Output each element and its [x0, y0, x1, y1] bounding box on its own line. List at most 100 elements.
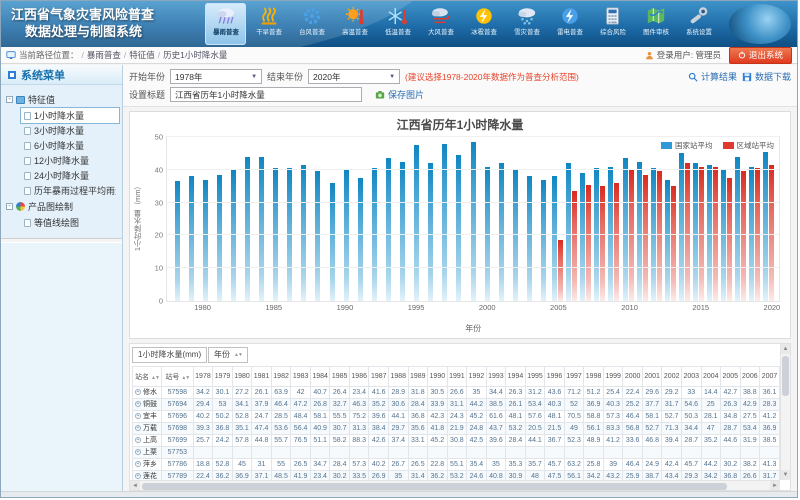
- column-header-year[interactable]: 1990: [428, 367, 448, 387]
- value-cell: 47.4: [252, 423, 272, 435]
- tree-parent-0[interactable]: -特征值: [4, 91, 119, 108]
- row-expand-icon[interactable]: +: [135, 473, 141, 479]
- tree-item-0-1[interactable]: 3小时降水量: [21, 123, 119, 138]
- value-cell: 70.5: [564, 411, 584, 423]
- column-header-year[interactable]: 2007: [760, 367, 780, 387]
- tree-item-0-2[interactable]: 6小时降水量: [21, 138, 119, 153]
- row-expand-icon[interactable]: +: [135, 425, 141, 431]
- row-expand-icon[interactable]: +: [135, 413, 141, 419]
- value-cell: 56.1: [584, 423, 604, 435]
- value-cell: 43.4: [662, 471, 682, 481]
- nav-item-6[interactable]: 冰雹普查: [463, 3, 504, 45]
- column-header-id[interactable]: 站号 ▲▼: [161, 367, 193, 387]
- column-header-year[interactable]: 1995: [525, 367, 545, 387]
- column-header-year[interactable]: 1983: [291, 367, 311, 387]
- column-header-year[interactable]: 1980: [232, 367, 252, 387]
- column-header-year[interactable]: 1996: [545, 367, 565, 387]
- row-expand-icon[interactable]: +: [135, 389, 141, 395]
- breadcrumb-item[interactable]: 暴雨普查: [87, 50, 121, 60]
- nav-item-7[interactable]: 雪灾普查: [506, 3, 547, 45]
- horizontal-scrollbar[interactable]: ◄ ►: [130, 480, 780, 490]
- value-cell: 35.4: [467, 459, 487, 471]
- column-header-year[interactable]: 1993: [486, 367, 506, 387]
- column-header-year[interactable]: 1999: [603, 367, 623, 387]
- column-header-year[interactable]: 1981: [252, 367, 272, 387]
- scroll-right-icon[interactable]: ►: [770, 481, 780, 490]
- column-header-year[interactable]: 1991: [447, 367, 467, 387]
- row-expand-icon[interactable]: +: [135, 437, 141, 443]
- column-header-name[interactable]: 站名 ▲▼: [133, 367, 162, 387]
- column-header-year[interactable]: 2001: [642, 367, 662, 387]
- save-image-button[interactable]: 保存图片: [375, 88, 424, 101]
- horizontal-scroll-thumb[interactable]: [142, 483, 727, 490]
- download-button[interactable]: 数据下载: [742, 70, 791, 83]
- value-cell: 26.5: [291, 459, 311, 471]
- column-header-year[interactable]: 1998: [584, 367, 604, 387]
- table-year-group-header[interactable]: 年份 ▲▼: [208, 347, 248, 363]
- tree-item-0-5[interactable]: 历年暴雨过程平均雨量: [21, 183, 119, 198]
- tree-item-0-3[interactable]: 12小时降水量: [21, 153, 119, 168]
- column-header-year[interactable]: 1982: [271, 367, 291, 387]
- column-header-year[interactable]: 2005: [721, 367, 741, 387]
- column-header-year[interactable]: 1997: [564, 367, 584, 387]
- column-header-year[interactable]: 1984: [310, 367, 330, 387]
- station-name-cell[interactable]: +萍乡: [133, 459, 162, 471]
- row-expand-icon[interactable]: +: [135, 401, 141, 407]
- column-header-year[interactable]: 2004: [701, 367, 721, 387]
- column-header-year[interactable]: 1989: [408, 367, 428, 387]
- power-icon: [738, 51, 746, 59]
- column-header-year[interactable]: 1978: [193, 367, 213, 387]
- column-header-year[interactable]: 2006: [740, 367, 760, 387]
- column-header-year[interactable]: 1987: [369, 367, 389, 387]
- logout-button[interactable]: 退出系统: [729, 47, 792, 64]
- nav-item-10[interactable]: 图件审核: [635, 3, 676, 45]
- nav-item-4[interactable]: 低温普查: [377, 3, 418, 45]
- station-name-cell[interactable]: +修水: [133, 387, 162, 399]
- collapse-icon[interactable]: -: [6, 203, 13, 210]
- nav-item-3[interactable]: 高温普查: [334, 3, 375, 45]
- vertical-scroll-thumb[interactable]: [782, 356, 789, 396]
- column-header-year[interactable]: 2000: [623, 367, 643, 387]
- row-expand-icon[interactable]: +: [135, 461, 141, 467]
- column-header-year[interactable]: 1994: [506, 367, 526, 387]
- bar-group-1999: [466, 137, 480, 301]
- column-header-year[interactable]: 1986: [349, 367, 369, 387]
- station-name-cell[interactable]: +上高: [133, 435, 162, 447]
- breadcrumb-item[interactable]: 历史1小时降水量: [163, 50, 227, 60]
- nav-item-8[interactable]: 雷电普查: [549, 3, 590, 45]
- nav-item-11[interactable]: 系统设置: [678, 3, 719, 45]
- station-name-cell[interactable]: +宜丰: [133, 411, 162, 423]
- station-name-cell[interactable]: +万载: [133, 423, 162, 435]
- column-header-year[interactable]: 1979: [213, 367, 233, 387]
- breadcrumb-item[interactable]: 特征值: [129, 50, 155, 60]
- tree-item-0-0[interactable]: 1小时降水量: [21, 108, 119, 123]
- vertical-scrollbar[interactable]: ▲ ▼: [780, 344, 790, 480]
- column-header-year[interactable]: 1988: [389, 367, 409, 387]
- collapse-icon[interactable]: -: [6, 96, 13, 103]
- station-name-cell[interactable]: +铜鼓: [133, 399, 162, 411]
- nav-item-9[interactable]: 综合风险: [592, 3, 633, 45]
- column-header-year[interactable]: 2002: [662, 367, 682, 387]
- scroll-down-icon[interactable]: ▼: [781, 470, 790, 480]
- start-year-select[interactable]: 1978年▼: [170, 69, 262, 84]
- station-id-cell: 57753: [161, 447, 193, 459]
- chart-title-input[interactable]: [170, 87, 362, 102]
- nav-item-1[interactable]: 干旱普查: [248, 3, 289, 45]
- column-header-year[interactable]: 2003: [681, 367, 701, 387]
- nav-item-5[interactable]: 大风普查: [420, 3, 461, 45]
- scroll-left-icon[interactable]: ◄: [130, 481, 140, 490]
- nav-item-2[interactable]: 台风普查: [291, 3, 332, 45]
- tree-parent-1[interactable]: -产品图绘制: [4, 198, 119, 215]
- station-name-cell[interactable]: +莲花: [133, 471, 162, 481]
- nav-item-0[interactable]: 暴雨普查: [205, 3, 246, 45]
- end-year-select[interactable]: 2020年▼: [308, 69, 400, 84]
- column-header-year[interactable]: 1992: [467, 367, 487, 387]
- row-expand-icon[interactable]: +: [135, 449, 141, 455]
- tree-item-1-0[interactable]: 等值线绘图: [21, 215, 119, 230]
- station-name-cell[interactable]: +上栗: [133, 447, 162, 459]
- tree-item-0-4[interactable]: 24小时降水量: [21, 168, 119, 183]
- scroll-up-icon[interactable]: ▲: [781, 344, 790, 354]
- column-header-year[interactable]: 1985: [330, 367, 350, 387]
- value-cell: 46.4: [623, 459, 643, 471]
- calculate-button[interactable]: 计算结果: [688, 70, 737, 83]
